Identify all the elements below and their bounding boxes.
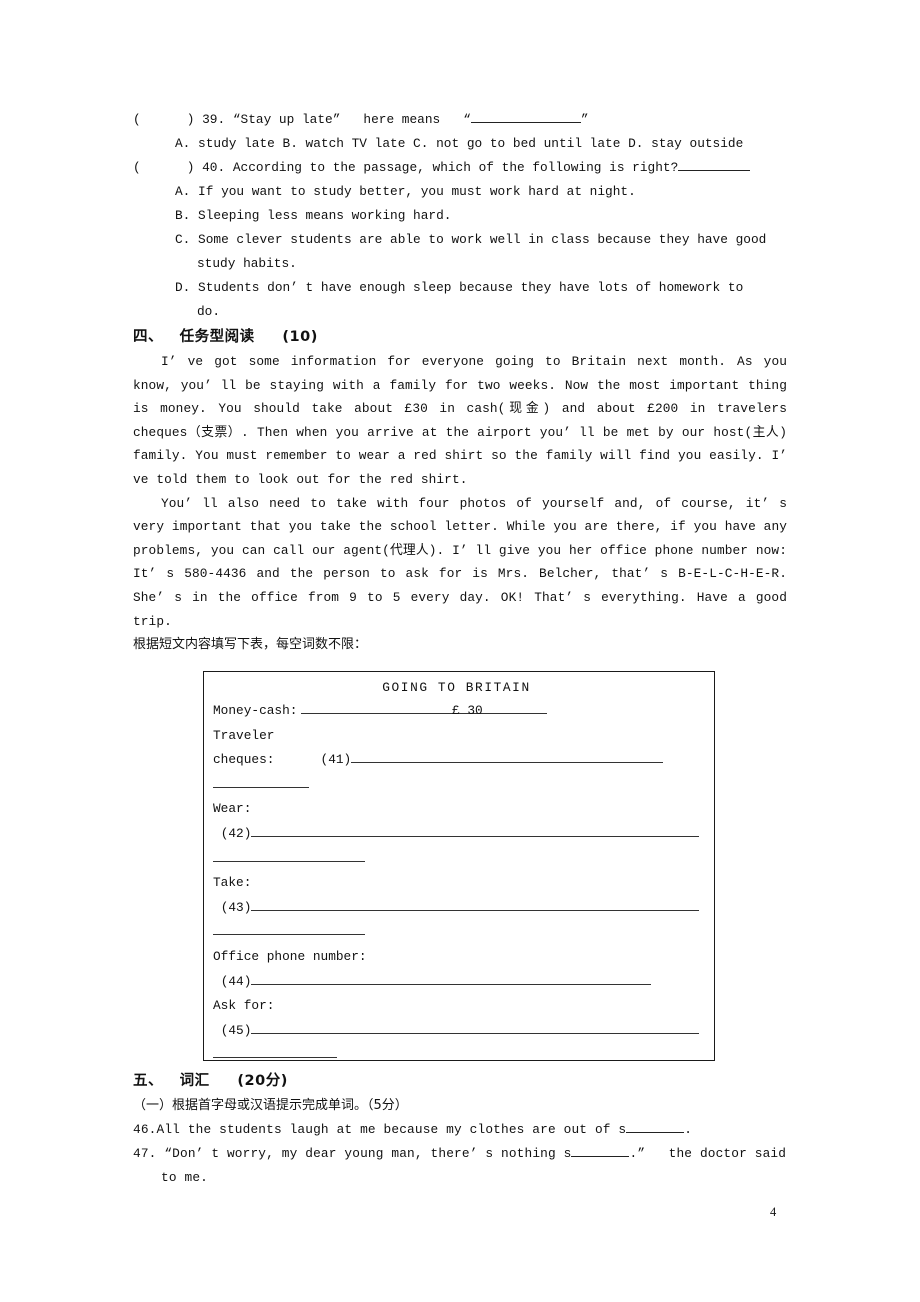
item-46-blank[interactable] (626, 1120, 685, 1133)
page-content: ( ) 39. “Stay up late” here means “ ” A. … (133, 108, 787, 657)
question-40-option-b[interactable]: B. Sleeping less means working hard. (153, 204, 787, 228)
q40-stem: According to the passage, which of the f… (232, 160, 679, 175)
table-row: (45) (213, 1019, 708, 1044)
answer-rule-41[interactable] (351, 750, 664, 764)
blank-number-45: (45) (220, 1022, 252, 1038)
answer-rule-41-cont[interactable] (213, 775, 309, 788)
vocab-item-47: 47. “Don’ t worry, my dear young man, th… (133, 1142, 787, 1166)
section-five-heading: 五、 词汇 (20分) (133, 1073, 288, 1089)
blank-number-42: (42) (220, 825, 252, 841)
answer-rule-44[interactable] (251, 972, 652, 985)
table-row: Money-cash: £ 30 (213, 699, 708, 724)
table-row: Take: (213, 871, 708, 896)
answer-rule-43-cont[interactable] (213, 923, 365, 936)
section-five-content: 五、 词汇 (20分) （一）根据首字母或汉语提示完成单词。（5分） 46.Al… (133, 1068, 787, 1190)
row-label-wear: Wear: (213, 801, 252, 817)
table-row: Wear: (213, 797, 708, 822)
row-label-money-cash: Money-cash: (213, 703, 298, 718)
passage-paragraph-1: I’ ve got some information for everyone … (133, 354, 787, 487)
answer-rule-42[interactable] (251, 824, 700, 837)
q39-number: 39. (202, 112, 226, 127)
q39-bracket[interactable]: ( ) (133, 112, 194, 127)
question-40: ( ) 40. According to the passage, which … (133, 156, 787, 180)
table-row: Ask for: (213, 994, 708, 1019)
answer-rule-45[interactable] (251, 1021, 700, 1034)
table-fill-instruction: 根据短文内容填写下表，每空词数不限： (133, 637, 368, 653)
q40-bracket[interactable]: ( ) (133, 160, 194, 175)
table-row: (43) (213, 896, 708, 921)
table-row-continuation (213, 773, 708, 798)
section-five-subheading: （一）根据首字母或汉语提示完成单词。（5分） (133, 1098, 408, 1113)
table-row: Traveler (213, 724, 708, 749)
question-39: ( ) 39. “Stay up late” here means “ ” (133, 108, 787, 132)
table-row: cheques: (41) (213, 748, 708, 773)
question-40-option-a[interactable]: A. If you want to study better, you must… (133, 180, 787, 204)
blank-number-44: (44) (220, 973, 252, 989)
answer-rule-42-cont[interactable] (213, 849, 365, 862)
going-to-britain-table: GOING TO BRITAIN Money-cash: £ 30 Travele… (203, 671, 715, 1061)
table-row-continuation (213, 847, 708, 872)
exam-page: ( ) 39. “Stay up late” here means “ ” A. … (0, 0, 920, 1302)
answer-rule-43[interactable] (251, 898, 700, 911)
question-40-option-c[interactable]: C. Some clever students are able to work… (153, 228, 787, 252)
item-46-text: All the students laugh at me because my … (156, 1122, 627, 1137)
table-row: (44) (213, 970, 708, 995)
q39-stem-after: ” (580, 112, 589, 127)
money-cash-rule[interactable] (301, 701, 548, 714)
q39-answer-blank[interactable] (470, 110, 581, 123)
table-title: GOING TO BRITAIN (382, 680, 531, 695)
vocab-item-47-continuation: to me. (161, 1170, 208, 1185)
question-40-option-d-cont: do. (197, 304, 221, 319)
blank-number-43: (43) (220, 899, 252, 915)
item-47-text-after: .” the doctor said (629, 1146, 787, 1161)
question-39-options[interactable]: A. study late B. watch TV late C. not go… (133, 132, 787, 156)
question-40-option-c-cont: study habits. (197, 256, 297, 271)
question-40-option-d[interactable]: D. Students don’ t have enough sleep bec… (153, 276, 787, 300)
blank-number-41: (41) (320, 752, 352, 768)
table-row: Office phone number: (213, 945, 708, 970)
row-label-ask-for: Ask for: (213, 998, 275, 1014)
item-46-number: 46. (133, 1122, 157, 1137)
q40-number: 40. (202, 160, 226, 175)
item-47-number: 47. (133, 1146, 157, 1161)
table-row-continuation (213, 1043, 708, 1068)
q40-answer-blank[interactable] (678, 158, 751, 171)
money-cash-value: £ 30 (452, 703, 483, 718)
page-number: 4 (770, 1205, 777, 1219)
q39-stem: “Stay up late” here means “ (232, 112, 471, 127)
row-label-office-phone-number: Office phone number: (213, 948, 367, 964)
section-four-heading: 四、 任务型阅读 (10) (133, 329, 318, 345)
answer-rule-45-cont[interactable] (213, 1046, 337, 1059)
passage-paragraph-2: You’ ll also need to take with four phot… (133, 495, 787, 629)
item-47-blank[interactable] (571, 1144, 630, 1157)
row-label-take: Take: (213, 875, 252, 891)
vocab-item-46: 46.All the students laugh at me because … (133, 1118, 787, 1142)
item-46-text-after: . (684, 1122, 693, 1137)
table-row-continuation (213, 920, 708, 945)
row-label-cheques: cheques: (213, 752, 275, 768)
table-row: (42) (213, 822, 708, 847)
row-label-traveler: Traveler (213, 727, 275, 743)
item-47-text: “Don’ t worry, my dear young man, there’… (164, 1146, 572, 1161)
